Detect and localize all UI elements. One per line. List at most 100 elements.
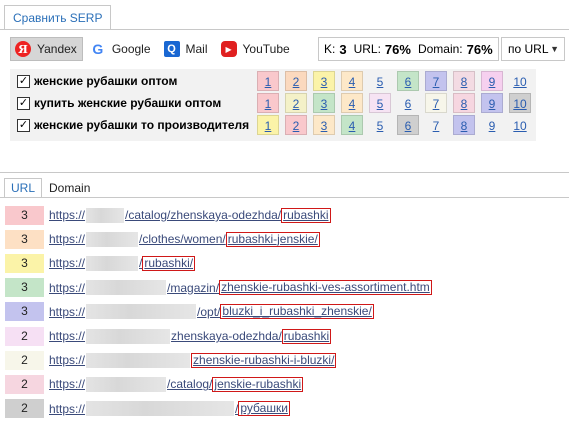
url-label: URL: — [353, 42, 381, 56]
mail-icon: Q — [163, 41, 180, 57]
url-row: 2 https:/// рубашки — [5, 397, 569, 421]
url-prefix: https:// — [49, 256, 86, 271]
url-count-badge: 3 — [5, 302, 44, 322]
position-link[interactable]: 7 — [425, 93, 447, 113]
position-link[interactable]: 1 — [257, 93, 279, 113]
blurred-domain — [86, 280, 167, 296]
url-link[interactable]: https:// /clothes/women/rubashki-jenskie/ — [49, 231, 320, 247]
url-highlight: bluzki_i_rubashki_zhenskie/ — [220, 304, 374, 320]
url-count-badge: 2 — [5, 326, 44, 346]
position-cells: 1 2 3 4 5 6 7 8 9 10 — [257, 71, 531, 91]
blurred-domain — [86, 328, 171, 344]
position-link[interactable]: 10 — [509, 71, 531, 91]
position-link[interactable]: 4 — [341, 115, 363, 135]
position-link[interactable]: 2 — [285, 115, 307, 135]
url-link[interactable]: https:// /magazin/zhenskie-rubashki-ves-a… — [49, 280, 432, 296]
position-link[interactable]: 10 — [509, 115, 531, 135]
result-tabs-underline — [0, 197, 569, 198]
position-link[interactable]: 9 — [481, 93, 503, 113]
position-link[interactable]: 3 — [313, 71, 335, 91]
position-link[interactable]: 1 — [257, 115, 279, 135]
url-row: 3 https:// /opt/bluzki_i_rubashki_zhenskie… — [5, 300, 569, 324]
url-prefix: https:// — [49, 353, 86, 368]
position-link[interactable]: 1 — [257, 71, 279, 91]
tab-domain[interactable]: Domain — [42, 178, 97, 198]
url-link[interactable]: https:/// rubashki/ — [49, 255, 196, 271]
query-row: ✓ женские рубашки то производителя 1 2 3 4 5 6 7… — [10, 115, 536, 135]
google-icon: G — [92, 41, 104, 57]
blurred-domain — [86, 352, 191, 368]
url-highlight: jenskie-rubashki — [212, 376, 304, 392]
url-prefix: https:// — [49, 280, 86, 295]
position-link[interactable]: 8 — [453, 115, 475, 135]
url-path: /magazin/ — [167, 280, 220, 295]
position-link[interactable]: 8 — [453, 71, 475, 91]
queries-panel: ✓ женские рубашки оптом 1 2 3 4 5 6 7 8 9 10 ✓ купить… — [10, 69, 536, 141]
position-link[interactable]: 9 — [481, 71, 503, 91]
engine-tab-google[interactable]: G Google — [85, 37, 157, 61]
url-path: /clothes/women/ — [139, 232, 226, 247]
query-checkbox[interactable]: ✓ — [17, 74, 30, 88]
query-row: ✓ женские рубашки оптом 1 2 3 4 5 6 7 8 9 10 — [10, 71, 536, 91]
position-link[interactable]: 7 — [425, 115, 447, 135]
url-highlight: rubashki — [281, 328, 332, 344]
engine-selector: Я Yandex G Google Q Mail ▶ YouTube — [10, 37, 296, 61]
query-text: женские рубашки оптом — [34, 74, 178, 88]
url-prefix: https:// — [49, 401, 86, 416]
url-link[interactable]: https:// /catalog/zhenskaya-odezhda/rubas… — [49, 207, 331, 223]
position-link[interactable]: 5 — [369, 71, 391, 91]
query-checkbox[interactable]: ✓ — [17, 118, 30, 132]
engine-tab-youtube[interactable]: ▶ YouTube — [216, 37, 296, 61]
position-link[interactable]: 2 — [285, 93, 307, 113]
query-row: ✓ купить женские рубашки оптом 1 2 3 4 5 6 7 8 9 10 — [10, 93, 536, 113]
position-link[interactable]: 5 — [369, 115, 391, 135]
position-link[interactable]: 6 — [397, 115, 419, 135]
position-link[interactable]: 9 — [481, 115, 503, 135]
url-row: 3 https:// /catalog/zhenskaya-odezhda/ruba… — [5, 203, 569, 227]
engine-tab-yandex[interactable]: Я Yandex — [10, 37, 83, 61]
position-link[interactable]: 3 — [313, 115, 335, 135]
url-count-badge: 3 — [5, 205, 44, 225]
position-link[interactable]: 10 — [509, 93, 531, 113]
blurred-domain — [86, 401, 235, 417]
url-prefix: https:// — [49, 377, 86, 392]
position-link[interactable]: 7 — [425, 71, 447, 91]
engine-tab-mail[interactable]: Q Mail — [159, 37, 214, 61]
url-highlight: zhenskie-rubashki-ves-assortiment.htm — [219, 280, 432, 296]
url-link[interactable]: https:// /opt/bluzki_i_rubashki_zhenskie/ — [49, 304, 374, 320]
position-link[interactable]: 5 — [369, 93, 391, 113]
youtube-icon: ▶ — [220, 41, 237, 57]
url-list: 3 https:// /catalog/zhenskaya-odezhda/ruba… — [5, 203, 569, 421]
url-prefix: https:// — [49, 304, 86, 319]
url-path: zhenskaya-odezhda/ — [171, 329, 282, 344]
url-link[interactable]: https:/// рубашки — [49, 401, 290, 417]
url-prefix: https:// — [49, 208, 86, 223]
position-link[interactable]: 3 — [313, 93, 335, 113]
url-link[interactable]: https:// zhenskie-rubashki-i-bluzki/ — [49, 352, 337, 368]
position-link[interactable]: 6 — [397, 71, 419, 91]
position-link[interactable]: 4 — [341, 71, 363, 91]
position-link[interactable]: 2 — [285, 71, 307, 91]
position-link[interactable]: 8 — [453, 93, 475, 113]
position-cells: 1 2 3 4 5 6 7 8 9 10 — [257, 115, 531, 135]
tab-compare-serp[interactable]: Сравнить SERP — [4, 5, 112, 30]
url-link[interactable]: https:// /catalog/jenskie-rubashki — [49, 376, 304, 392]
query-checkbox[interactable]: ✓ — [17, 96, 30, 110]
position-link[interactable]: 4 — [341, 93, 363, 113]
sort-select[interactable]: по URL ▼ — [501, 37, 565, 61]
query-text: женские рубашки то производителя — [34, 118, 250, 132]
url-link[interactable]: https:// zhenskaya-odezhda/rubashki — [49, 328, 332, 344]
k-value: 3 — [339, 41, 347, 57]
url-row: 3 https:// /magazin/zhenskie-rubashki-ves-… — [5, 276, 569, 300]
position-cells: 1 2 3 4 5 6 7 8 9 10 — [257, 93, 531, 113]
domain-label: Domain: — [417, 42, 463, 56]
url-highlight: zhenskie-rubashki-i-bluzki/ — [191, 352, 337, 368]
url-path: /opt/ — [197, 304, 221, 319]
yandex-icon: Я — [15, 41, 31, 57]
url-highlight: рубашки — [238, 401, 290, 417]
tab-url[interactable]: URL — [4, 178, 43, 198]
url-row: 2 https:// zhenskie-rubashki-i-bluzki/ — [5, 348, 569, 372]
position-link[interactable]: 6 — [397, 93, 419, 113]
url-row: 2 https:// zhenskaya-odezhda/rubashki — [5, 324, 569, 348]
chevron-down-icon: ▼ — [550, 44, 559, 54]
